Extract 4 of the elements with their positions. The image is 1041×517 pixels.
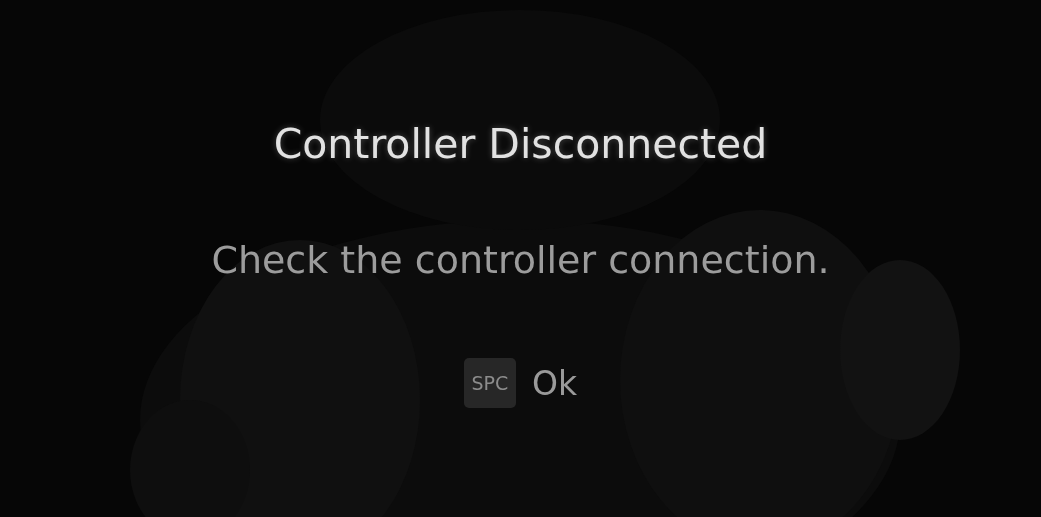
dialog-title: Controller Disconnected xyxy=(273,119,768,170)
ok-prompt[interactable]: Ok xyxy=(531,363,578,403)
key-cap: SPC xyxy=(463,358,516,408)
dialog-message: Check the controller connection. xyxy=(211,237,830,284)
